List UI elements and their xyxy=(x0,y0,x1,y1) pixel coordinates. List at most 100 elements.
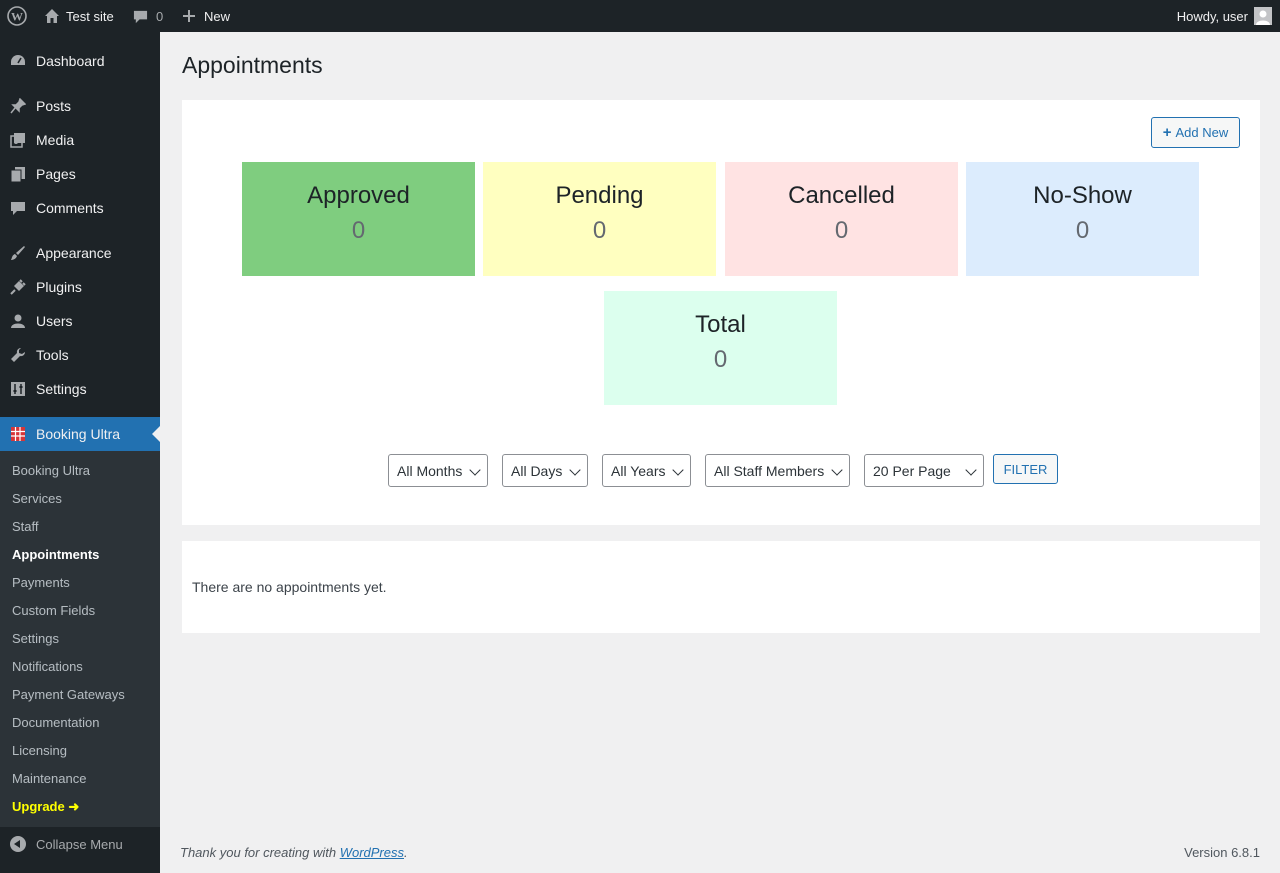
plugin-icon xyxy=(10,279,26,295)
footer-thanks-suffix: . xyxy=(404,845,408,860)
stat-value: 0 xyxy=(351,217,366,244)
stat-label: Approved xyxy=(307,182,410,209)
days-select-value: All Days xyxy=(511,462,563,479)
submenu-settings[interactable]: Settings xyxy=(12,631,59,646)
menu-label: Tools xyxy=(36,347,69,363)
submenu-licensing[interactable]: Licensing xyxy=(12,743,67,758)
site-name-link[interactable]: Test site xyxy=(44,0,114,32)
stat-no-show: No-Show 0 xyxy=(966,162,1199,276)
footer-thanks-prefix: Thank you for creating with xyxy=(180,845,340,860)
add-new-label: Add New xyxy=(1175,125,1229,140)
menu-label: Pages xyxy=(36,166,76,182)
menu-label: Booking Ultra xyxy=(36,426,121,442)
stat-value: 0 xyxy=(1075,217,1090,244)
stat-label: Total xyxy=(695,311,746,338)
chevron-down-icon xyxy=(469,464,481,476)
wrench-icon xyxy=(11,347,26,362)
menu-item-appearance[interactable]: Appearance xyxy=(0,236,160,270)
media-icon xyxy=(10,133,25,148)
current-indicator xyxy=(152,426,160,442)
stat-label: Pending xyxy=(555,182,644,209)
menu-item-settings[interactable]: Settings xyxy=(0,372,160,406)
days-select[interactable]: All Days xyxy=(502,454,588,487)
years-select[interactable]: All Years xyxy=(602,454,691,487)
wordpress-logo-icon[interactable]: W xyxy=(7,0,27,32)
chevron-down-icon xyxy=(672,464,684,476)
submenu-services[interactable]: Services xyxy=(12,491,62,506)
submenu-custom-fields[interactable]: Custom Fields xyxy=(12,603,95,618)
submenu-notifications[interactable]: Notifications xyxy=(12,659,83,674)
stat-cancelled: Cancelled 0 xyxy=(725,162,958,276)
menu-label: Posts xyxy=(36,98,72,114)
menu-label: Settings xyxy=(36,381,87,397)
collapse-menu-label: Collapse Menu xyxy=(36,836,123,852)
comment-icon xyxy=(11,202,25,215)
user-icon xyxy=(11,314,25,328)
collapse-arrow-icon xyxy=(10,836,26,852)
comments-count: 0 xyxy=(156,8,164,24)
menu-item-pages[interactable]: Pages xyxy=(0,157,160,191)
staff-select-value: All Staff Members xyxy=(714,462,825,479)
paintbrush-icon xyxy=(11,246,25,260)
new-content-link[interactable]: New xyxy=(182,0,230,32)
years-select-value: All Years xyxy=(611,462,666,479)
menu-item-dashboard[interactable]: Dashboard xyxy=(0,44,160,78)
submenu-upgrade[interactable]: Upgrade ➜ xyxy=(12,799,79,815)
menu-label: Dashboard xyxy=(36,53,105,69)
stat-label: No-Show xyxy=(1033,182,1132,209)
stat-value: 0 xyxy=(592,217,607,244)
stat-total: Total 0 xyxy=(604,291,837,405)
avatar xyxy=(1254,7,1272,25)
footer-thanks: Thank you for creating with WordPress. xyxy=(180,845,408,860)
submenu-payments[interactable]: Payments xyxy=(12,575,70,590)
submenu-payment-gateways[interactable]: Payment Gateways xyxy=(12,687,125,702)
howdy-label: Howdy, user xyxy=(1176,8,1248,24)
site-name-label: Test site xyxy=(66,8,114,24)
months-select-value: All Months xyxy=(397,462,463,479)
menu-item-users[interactable]: Users xyxy=(0,304,160,338)
account-menu[interactable]: Howdy, user xyxy=(1177,0,1272,32)
svg-text:W: W xyxy=(11,10,23,24)
admin-bar: W Test site 0 New Howdy, user xyxy=(0,0,1280,32)
stat-pending: Pending 0 xyxy=(483,162,716,276)
pages-icon xyxy=(10,167,25,182)
months-select[interactable]: All Months xyxy=(388,454,488,487)
collapse-menu-button[interactable]: Collapse Menu xyxy=(0,827,160,861)
calendar-grid-icon xyxy=(11,427,25,441)
chevron-down-icon xyxy=(831,464,843,476)
stat-approved: Approved 0 xyxy=(242,162,475,276)
wordpress-link[interactable]: WordPress xyxy=(340,845,404,860)
menu-item-tools[interactable]: Tools xyxy=(0,338,160,372)
add-new-button[interactable]: + Add New xyxy=(1151,117,1240,148)
chevron-down-icon xyxy=(569,464,581,476)
submenu-maintenance[interactable]: Maintenance xyxy=(12,771,86,786)
submenu-appointments[interactable]: Appointments xyxy=(12,547,99,562)
comments-link[interactable]: 0 xyxy=(133,0,163,32)
menu-item-media[interactable]: Media xyxy=(0,123,160,157)
admin-sidebar: Dashboard Posts Media Pages Comments App… xyxy=(0,32,160,873)
plus-icon xyxy=(183,10,195,22)
appointments-list-panel: There are no appointments yet. xyxy=(182,541,1260,633)
menu-item-comments[interactable]: Comments xyxy=(0,191,160,225)
filter-button[interactable]: FILTER xyxy=(993,454,1058,484)
plus-icon: + xyxy=(1162,124,1172,141)
staff-select[interactable]: All Staff Members xyxy=(705,454,850,487)
submenu-booking-ultra[interactable]: Booking Ultra xyxy=(12,463,90,478)
menu-label: Media xyxy=(36,132,75,148)
comment-bubble-icon xyxy=(133,10,148,23)
dashboard-icon xyxy=(11,55,25,65)
stat-value: 0 xyxy=(713,346,728,373)
submenu-documentation[interactable]: Documentation xyxy=(12,715,99,730)
menu-item-posts[interactable]: Posts xyxy=(0,89,160,123)
stats-panel: + Add New Approved 0 Pending 0 Cancelled… xyxy=(182,100,1260,525)
menu-item-booking-ultra[interactable]: Booking Ultra xyxy=(0,417,160,451)
menu-item-plugins[interactable]: Plugins xyxy=(0,270,160,304)
menu-label: Users xyxy=(36,313,73,329)
per-page-select[interactable]: 20 Per Page xyxy=(864,454,984,487)
settings-icon xyxy=(11,382,25,396)
stat-label: Cancelled xyxy=(788,182,895,209)
pushpin-icon xyxy=(10,98,26,114)
chevron-down-icon xyxy=(965,464,977,476)
menu-label: Appearance xyxy=(36,245,112,261)
submenu-staff[interactable]: Staff xyxy=(12,519,39,534)
